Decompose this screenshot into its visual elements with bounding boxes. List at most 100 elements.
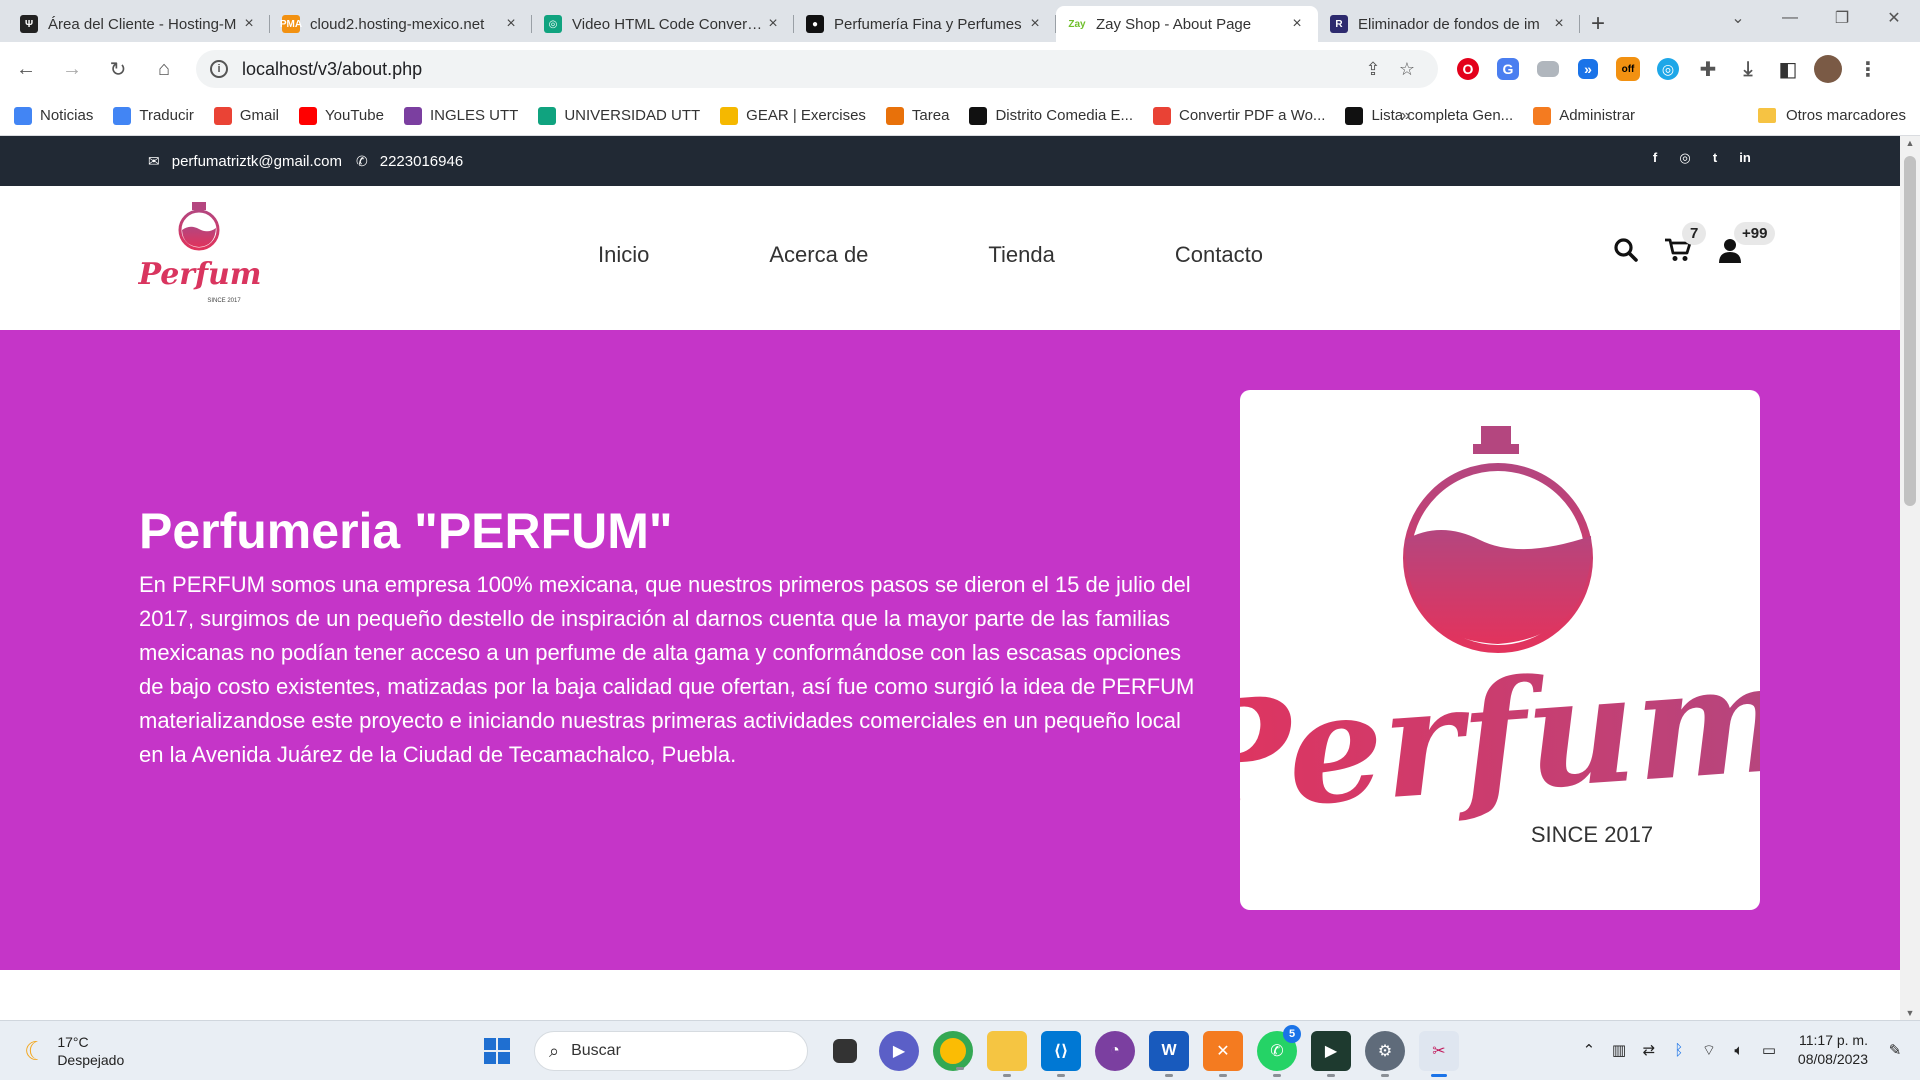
bookmark-label: Lista completa Gen...: [1371, 107, 1514, 124]
blue-extension-icon[interactable]: »: [1578, 59, 1598, 79]
profile-avatar[interactable]: [1814, 55, 1842, 83]
tab-close-icon[interactable]: ×: [764, 15, 782, 33]
nav-link-tienda[interactable]: Tienda: [988, 242, 1054, 268]
close-window-button[interactable]: ✕: [1868, 0, 1920, 36]
whatsapp-icon[interactable]: ✆ 5: [1257, 1025, 1301, 1077]
share-icon[interactable]: ⇪: [1356, 59, 1390, 80]
pycharm-icon[interactable]: ▶: [1311, 1031, 1351, 1077]
bluetooth-icon[interactable]: ᛒ: [1664, 1042, 1694, 1059]
other-bookmarks[interactable]: Otros marcadores: [1757, 107, 1906, 124]
volume-icon[interactable]: 🔈︎: [1724, 1042, 1754, 1059]
back-button[interactable]: ←: [6, 49, 46, 89]
settings-gear-icon[interactable]: ⚙: [1365, 1031, 1405, 1077]
bookmark-item[interactable]: YouTube: [299, 106, 384, 125]
bookmark-item[interactable]: INGLES UTT: [403, 106, 518, 125]
tab-search-icon[interactable]: ⌄: [1712, 0, 1764, 36]
bookmark-item[interactable]: Distrito Comedia E...: [969, 106, 1133, 125]
bookmark-item[interactable]: Lista completa Gen...: [1345, 106, 1514, 125]
translate-extension-icon[interactable]: G: [1497, 58, 1519, 80]
tab-close-icon[interactable]: ×: [502, 15, 520, 33]
bookmarks-overflow-icon[interactable]: »: [1401, 107, 1410, 125]
start-button[interactable]: [477, 1031, 517, 1071]
nav-link-contacto[interactable]: Contacto: [1175, 242, 1263, 268]
linkedin-icon[interactable]: in: [1730, 150, 1760, 166]
teams-chat-icon[interactable]: ▶: [879, 1031, 919, 1071]
tab-close-icon[interactable]: ×: [1550, 15, 1568, 33]
about-title: Perfumeria "PERFUM": [139, 503, 673, 559]
reload-button[interactable]: ↻: [98, 49, 138, 89]
file-explorer-icon[interactable]: [987, 1031, 1027, 1077]
download-icon[interactable]: ⤓: [1732, 53, 1764, 85]
cloud-extension-icon[interactable]: [1537, 61, 1559, 77]
contact-email[interactable]: perfumatriztk@gmail.com: [172, 153, 342, 170]
envelope-icon: ✉: [148, 152, 160, 169]
instagram-icon[interactable]: ◎: [1670, 150, 1700, 166]
opera-extension-icon[interactable]: O: [1457, 58, 1479, 80]
weather-widget[interactable]: ☾ 17°C Despejado: [24, 1033, 124, 1069]
off-extension-icon[interactable]: off: [1616, 57, 1640, 81]
browser-tab[interactable]: Ψ Área del Cliente - Hosting-M ×: [8, 6, 270, 42]
xampp-icon[interactable]: ✕: [1203, 1031, 1243, 1077]
social-links: f ◎ t in: [1640, 150, 1760, 166]
bookmark-item[interactable]: Administrar: [1533, 106, 1635, 125]
taskbar-apps: ⌕ Buscar ▶ ⟨⟩ ◔ W ✕ ✆ 5 ▶ ⚙ ✂: [470, 1025, 1466, 1077]
windows-taskbar: ☾ 17°C Despejado ⌕ Buscar ▶ ⟨⟩ ◔ W ✕ ✆ 5 …: [0, 1020, 1920, 1080]
colorful-app-icon[interactable]: ◔: [1095, 1031, 1135, 1071]
page-scrollbar[interactable]: ▲ ▼: [1900, 136, 1920, 1020]
minimize-button[interactable]: —: [1764, 0, 1816, 36]
bookmark-item[interactable]: Gmail: [213, 106, 279, 125]
nav-link-inicio[interactable]: Inicio: [598, 242, 649, 268]
url-text[interactable]: localhost/v3/about.php: [242, 59, 1356, 80]
browser-tab[interactable]: Zay Zay Shop - About Page ×: [1056, 6, 1318, 42]
home-button[interactable]: ⌂: [144, 49, 184, 89]
browser-tab[interactable]: ● Perfumería Fina y Perfumes ×: [794, 6, 1056, 42]
bookmark-item[interactable]: Traducir: [113, 106, 194, 125]
task-view-icon[interactable]: [833, 1039, 857, 1063]
snipping-tool-icon[interactable]: ✂: [1419, 1031, 1459, 1077]
site-info-icon[interactable]: i: [210, 60, 228, 78]
scroll-up-arrow[interactable]: ▲: [1900, 138, 1920, 148]
search-icon[interactable]: [1600, 230, 1652, 270]
scroll-down-arrow[interactable]: ▼: [1900, 1008, 1920, 1018]
site-logo[interactable]: Perfum SINCE 2017: [138, 198, 262, 316]
bookmark-item[interactable]: Noticias: [14, 106, 93, 125]
bookmark-item[interactable]: GEAR | Exercises: [720, 106, 866, 125]
wifi-icon[interactable]: ⌔: [1694, 1041, 1724, 1060]
tab-close-icon[interactable]: ×: [240, 15, 258, 33]
vscode-icon[interactable]: ⟨⟩: [1041, 1031, 1081, 1077]
tab-close-icon[interactable]: ×: [1288, 15, 1306, 33]
notifications-icon[interactable]: ✎: [1880, 1041, 1910, 1059]
refresh-extension-icon[interactable]: ◎: [1657, 58, 1679, 80]
user-button[interactable]: +99: [1704, 222, 1776, 270]
kebab-menu-icon[interactable]: ⋮: [1852, 53, 1884, 85]
tab-close-icon[interactable]: ×: [1026, 15, 1044, 33]
facebook-icon[interactable]: f: [1640, 150, 1670, 166]
omnibox[interactable]: i localhost/v3/about.php ⇪ ☆: [196, 50, 1438, 88]
tray-overflow-icon[interactable]: ⌃: [1574, 1041, 1604, 1059]
chrome-icon[interactable]: [933, 1031, 973, 1071]
bookmark-item[interactable]: UNIVERSIDAD UTT: [538, 106, 700, 125]
browser-tab[interactable]: ◎ Video HTML Code Conversion ×: [532, 6, 794, 42]
bookmark-item[interactable]: Tarea: [885, 106, 949, 125]
word-icon[interactable]: W: [1149, 1031, 1189, 1077]
new-tab-button[interactable]: +: [1580, 6, 1616, 42]
restore-button[interactable]: ❐: [1816, 0, 1868, 36]
browser-tab[interactable]: PMA cloud2.hosting-mexico.net ×: [270, 6, 532, 42]
forward-button[interactable]: →: [52, 49, 92, 89]
browser-tab[interactable]: R Eliminador de fondos de im ×: [1318, 6, 1580, 42]
taskbar-search[interactable]: ⌕ Buscar: [534, 1031, 808, 1071]
bookmark-item[interactable]: Convertir PDF a Wo...: [1153, 106, 1325, 125]
scrollbar-thumb[interactable]: [1904, 156, 1916, 506]
battery-icon[interactable]: ▭: [1754, 1041, 1784, 1059]
bookmark-label: GEAR | Exercises: [746, 107, 866, 124]
contact-phone[interactable]: 2223016946: [380, 153, 463, 170]
puzzle-extensions-icon[interactable]: ✚: [1692, 53, 1724, 85]
side-panel-icon[interactable]: ◧: [1772, 53, 1804, 85]
twitter-icon[interactable]: t: [1700, 150, 1730, 166]
cart-button[interactable]: 7: [1652, 222, 1707, 270]
taskbar-clock[interactable]: 11:17 p. m. 08/08/2023: [1798, 1031, 1868, 1069]
network-swap-icon[interactable]: ⇄: [1634, 1041, 1664, 1059]
usage-meter-icon[interactable]: ▥: [1604, 1041, 1634, 1059]
bookmark-star-icon[interactable]: ☆: [1390, 59, 1424, 80]
nav-link-acerca-de[interactable]: Acerca de: [769, 242, 868, 268]
